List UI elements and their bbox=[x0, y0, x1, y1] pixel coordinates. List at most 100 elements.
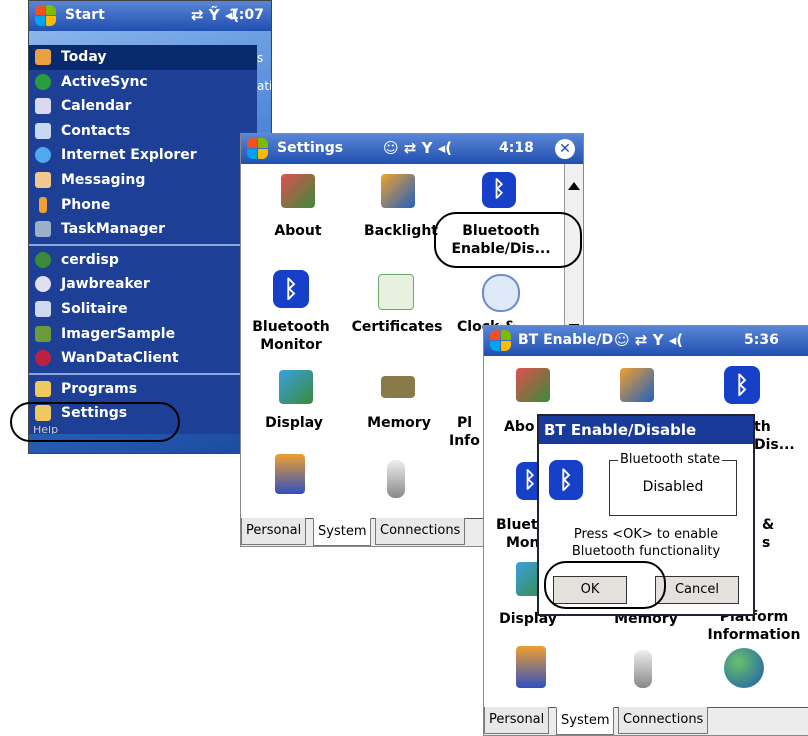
message-line1: Press <OK> to enable bbox=[573, 527, 719, 542]
item-line2: Dis... bbox=[754, 437, 795, 453]
bluetooth-state-group: Bluetooth state Disabled bbox=[609, 452, 737, 516]
calendar-icon bbox=[35, 98, 51, 115]
bluetooth-callout-ring bbox=[434, 212, 582, 268]
tab-personal[interactable]: Personal bbox=[484, 707, 550, 734]
windows-flag-icon[interactable] bbox=[35, 5, 57, 27]
phone-icon bbox=[39, 196, 47, 213]
about-icon bbox=[516, 368, 550, 402]
menu-label: WanDataClient bbox=[61, 350, 179, 367]
item-line2: Monitor bbox=[260, 337, 322, 353]
item-line1: & bbox=[762, 517, 775, 533]
bt-title-bar: BT Enable/D ☺ ⇄ Y ◂( 5:36 bbox=[484, 326, 808, 356]
power-icon bbox=[516, 646, 546, 688]
menu-label: Messaging bbox=[61, 171, 146, 188]
message-line2: Bluetooth functionality bbox=[571, 544, 721, 559]
menu-item-programs[interactable]: Programs bbox=[29, 377, 257, 402]
menu-label: Programs bbox=[61, 380, 138, 397]
menu-item-wandataclient[interactable]: WanDataClient bbox=[29, 346, 257, 371]
settings-item-display[interactable]: Display bbox=[244, 414, 344, 432]
backlight-icon bbox=[381, 174, 415, 208]
group-label: Bluetooth state bbox=[618, 452, 723, 467]
menu-item-calendar[interactable]: Calendar bbox=[29, 94, 257, 119]
menu-item-imagersample[interactable]: ImagerSample bbox=[29, 322, 257, 347]
cancel-button[interactable]: Cancel bbox=[655, 576, 739, 604]
bt-tab-bar: Personal System Connections bbox=[484, 707, 808, 735]
settings-item-bluetooth-monitor[interactable]: Bluetooth Monitor bbox=[241, 318, 341, 354]
settings-item-certificates[interactable]: Certificates bbox=[347, 318, 447, 336]
menu-label: cerdisp bbox=[61, 251, 119, 268]
settings-item-backlight[interactable]: Backlight bbox=[361, 222, 441, 240]
menu-label: Solitaire bbox=[61, 300, 128, 317]
dialog-message: Press <OK> to enable Bluetooth functiona… bbox=[539, 526, 753, 560]
menu-item-messaging[interactable]: Messaging bbox=[29, 168, 257, 193]
menu-label: Calendar bbox=[61, 98, 132, 115]
item-line1: th bbox=[754, 419, 771, 435]
start-title[interactable]: Start bbox=[65, 7, 105, 23]
item-line2: s bbox=[762, 535, 771, 551]
menu-item-phone[interactable]: Phone bbox=[29, 193, 257, 218]
radio-icon bbox=[634, 650, 652, 688]
bluetooth-enable-icon: ᛒ bbox=[482, 172, 516, 208]
menu-item-solitaire[interactable]: Solitaire bbox=[29, 297, 257, 322]
settings-item-memory[interactable]: Memory bbox=[349, 414, 449, 432]
today-icon bbox=[35, 49, 51, 65]
contacts-icon bbox=[35, 122, 51, 139]
bluetooth-enable-icon: ᛒ bbox=[724, 366, 760, 404]
menu-item-jawbreaker[interactable]: Jawbreaker bbox=[29, 272, 257, 297]
messaging-icon bbox=[35, 171, 51, 188]
clock-time[interactable]: 4:18 bbox=[499, 140, 534, 156]
settings-item-about[interactable]: About bbox=[248, 222, 348, 240]
settings-title-bar: Settings ☺ ⇄ Y ◂( 4:18 ✕ bbox=[241, 134, 583, 164]
clock-icon bbox=[482, 274, 520, 312]
regional-icon bbox=[724, 648, 764, 688]
clock-time[interactable]: 5:36 bbox=[744, 332, 779, 348]
bt-item-bluetooth-enable[interactable]: th Dis... bbox=[754, 418, 795, 454]
behind-text-1: s bbox=[257, 51, 264, 65]
menu-label: ActiveSync bbox=[61, 73, 148, 90]
jawbreaker-icon bbox=[35, 276, 51, 293]
menu-label: TaskManager bbox=[61, 221, 166, 238]
start-title-bar: Start ⇄ Ỹ ◂( 1:07 bbox=[29, 1, 271, 31]
bt-item-clock[interactable]: & s bbox=[762, 516, 782, 552]
state-value: Disabled bbox=[642, 479, 704, 495]
menu-item-taskmanager[interactable]: TaskManager bbox=[29, 217, 257, 242]
start-menu-screen: Start ⇄ Ỹ ◂( 1:07 s ation Today ActiveSy… bbox=[28, 0, 272, 454]
tab-system[interactable]: System bbox=[313, 518, 372, 546]
backlight-icon bbox=[620, 368, 654, 402]
internet-explorer-icon bbox=[35, 147, 51, 164]
wandataclient-icon bbox=[35, 350, 51, 367]
menu-item-activesync[interactable]: ActiveSync bbox=[29, 70, 257, 95]
status-icons[interactable]: ☺ ⇄ Y ◂( bbox=[614, 331, 683, 349]
menu-item-today[interactable]: Today bbox=[29, 45, 257, 70]
bt-title: BT Enable/D bbox=[518, 332, 614, 348]
scroll-up-icon[interactable] bbox=[568, 182, 580, 190]
ok-callout-ring bbox=[544, 561, 666, 609]
windows-flag-icon[interactable] bbox=[490, 330, 512, 352]
menu-label: Today bbox=[61, 49, 107, 65]
status-icons[interactable]: ☺ ⇄ Y ◂( bbox=[383, 139, 452, 157]
taskmanager-icon bbox=[35, 221, 51, 238]
dialog-title: BT Enable/Disable bbox=[539, 416, 753, 444]
tab-personal[interactable]: Personal bbox=[241, 518, 307, 545]
behind-text-2: ation bbox=[257, 79, 271, 93]
certificates-icon bbox=[378, 274, 414, 310]
menu-item-contacts[interactable]: Contacts bbox=[29, 119, 257, 144]
menu-separator bbox=[29, 372, 257, 375]
programs-icon bbox=[35, 380, 51, 397]
menu-item-cerdisp[interactable]: cerdisp bbox=[29, 248, 257, 273]
menu-item-internet-explorer[interactable]: Internet Explorer bbox=[29, 143, 257, 168]
menu-label: Jawbreaker bbox=[61, 276, 150, 293]
menu-label: Phone bbox=[61, 196, 111, 213]
tab-connections[interactable]: Connections bbox=[375, 518, 466, 545]
close-icon[interactable]: ✕ bbox=[555, 139, 575, 159]
about-icon bbox=[281, 174, 315, 208]
tab-connections[interactable]: Connections bbox=[618, 707, 709, 734]
power-icon bbox=[275, 454, 305, 494]
radio-icon bbox=[387, 460, 405, 498]
bluetooth-icon: ᛒ bbox=[549, 460, 583, 500]
tab-system[interactable]: System bbox=[556, 707, 615, 735]
clock-time[interactable]: 1:07 bbox=[229, 7, 264, 23]
memory-icon bbox=[381, 376, 415, 398]
display-icon bbox=[279, 370, 313, 404]
windows-flag-icon[interactable] bbox=[247, 138, 269, 160]
